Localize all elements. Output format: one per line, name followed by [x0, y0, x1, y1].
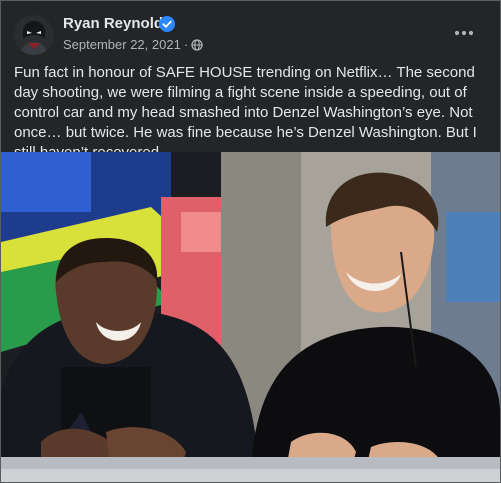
post-header: Ryan Reynolds September 22, 2021 · [1, 1, 500, 61]
post-date[interactable]: September 22, 2021 [63, 37, 181, 52]
more-options-icon [454, 30, 474, 36]
desk-edge [1, 469, 500, 482]
globe-icon[interactable] [191, 38, 203, 51]
meta-separator: · [183, 37, 189, 52]
author-name[interactable]: Ryan Reynolds [63, 15, 171, 32]
author-avatar[interactable] [14, 15, 54, 55]
post-photo[interactable] [1, 152, 500, 469]
more-options-button[interactable] [450, 19, 478, 47]
facebook-post: Ryan Reynolds September 22, 2021 · Fun f… [0, 0, 501, 483]
photo-illustration [1, 152, 500, 469]
post-caption: Fun fact in honour of SAFE HOUSE trendin… [14, 64, 477, 161]
post-meta: September 22, 2021 · [63, 37, 203, 52]
verified-badge-icon [159, 16, 175, 32]
